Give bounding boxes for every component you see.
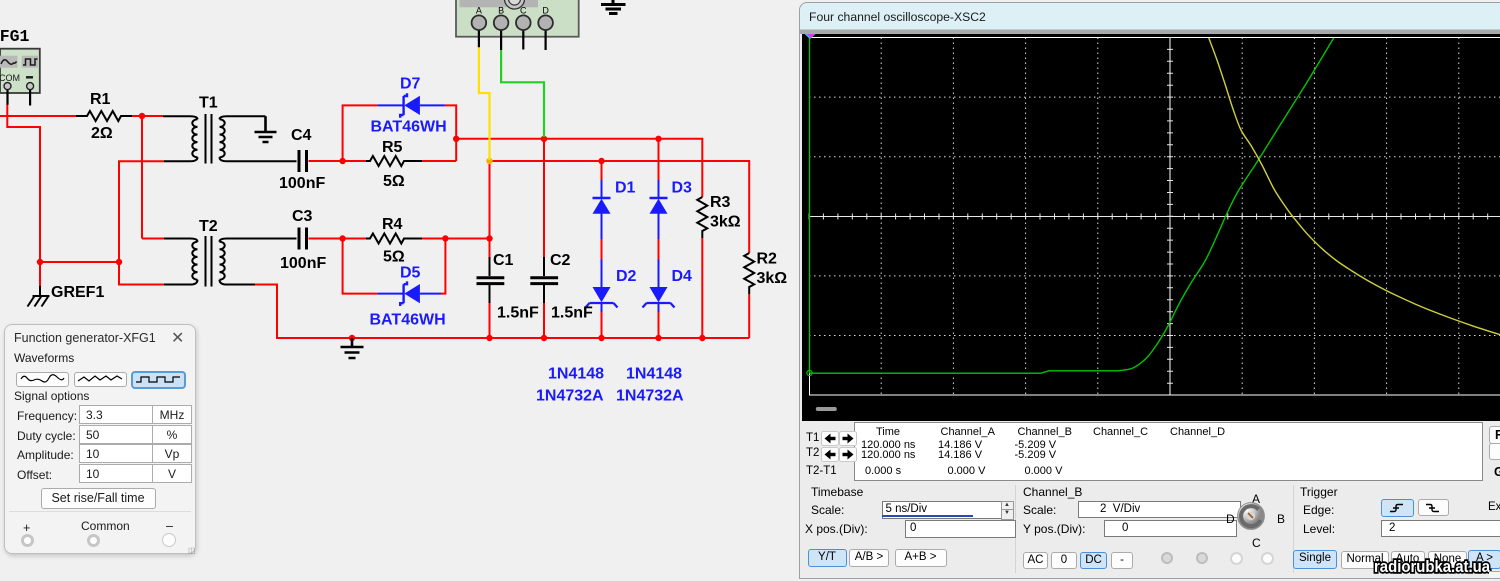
svg-text:C4: C4 [291, 127, 312, 144]
svg-text:T2: T2 [199, 218, 218, 235]
svg-text:R4: R4 [382, 216, 403, 233]
svg-text:1N4732A: 1N4732A [616, 388, 684, 405]
svg-text:3kΩ: 3kΩ [710, 214, 741, 231]
svg-text:1.5nF: 1.5nF [551, 305, 593, 322]
svg-text:R3: R3 [710, 194, 731, 211]
svg-text:T1: T1 [199, 95, 218, 112]
svg-text:1N4148: 1N4148 [548, 366, 604, 383]
svg-text:C: C [520, 6, 527, 16]
svg-text:BAT46WH: BAT46WH [370, 312, 446, 329]
svg-text:1.5nF: 1.5nF [497, 305, 539, 322]
svg-text:5Ω: 5Ω [383, 173, 405, 190]
svg-text:A: A [476, 6, 482, 16]
svg-text:100nF: 100nF [279, 175, 325, 192]
svg-text:GREF1: GREF1 [51, 284, 104, 301]
svg-text:D4: D4 [672, 268, 693, 285]
svg-text:C2: C2 [550, 252, 571, 269]
svg-text:COM: COM [0, 73, 20, 83]
svg-text:1N4148: 1N4148 [626, 366, 682, 383]
svg-text:5Ω: 5Ω [383, 249, 405, 266]
svg-text:XFG1: XFG1 [0, 27, 30, 46]
svg-text:1N4732A: 1N4732A [536, 388, 604, 405]
svg-text:D: D [542, 6, 549, 16]
svg-text:R2: R2 [757, 251, 778, 268]
svg-text:C1: C1 [493, 252, 514, 269]
svg-text:D2: D2 [616, 268, 637, 285]
svg-text:3kΩ: 3kΩ [757, 270, 788, 287]
svg-text:D3: D3 [672, 180, 693, 197]
svg-text:BAT46WH: BAT46WH [371, 119, 447, 136]
svg-text:R1: R1 [90, 91, 111, 108]
svg-text:radiorubka.at.ua: radiorubka.at.ua [1374, 557, 1490, 576]
svg-text:100nF: 100nF [280, 255, 326, 272]
svg-text:B: B [498, 6, 504, 16]
svg-text:D5: D5 [400, 265, 421, 282]
svg-text:D1: D1 [615, 180, 636, 197]
svg-text:R5: R5 [382, 139, 403, 156]
svg-text:C3: C3 [292, 208, 313, 225]
svg-text:D7: D7 [400, 76, 421, 93]
svg-text:2Ω: 2Ω [91, 125, 113, 142]
